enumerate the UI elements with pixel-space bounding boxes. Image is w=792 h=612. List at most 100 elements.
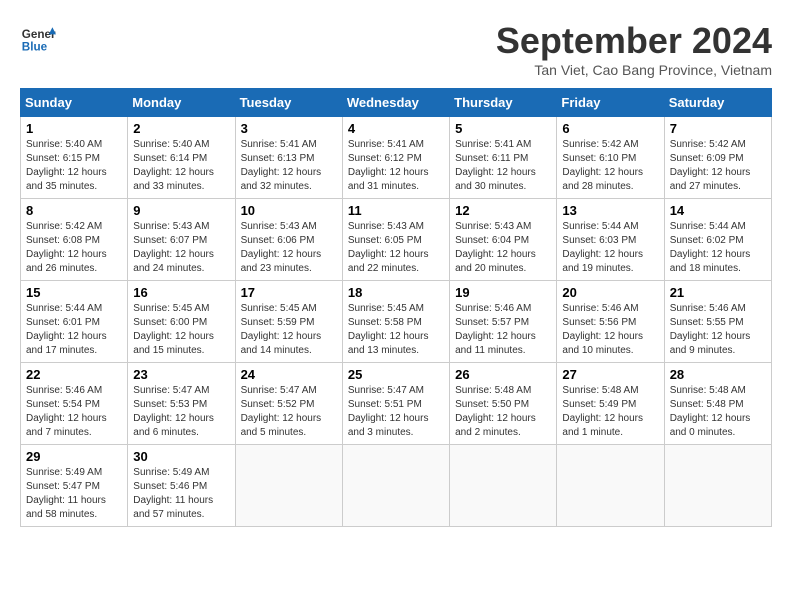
table-row: 19 Sunrise: 5:46 AM Sunset: 5:57 PM Dayli… (450, 281, 557, 363)
day-info: Sunrise: 5:46 AM Sunset: 5:57 PM Dayligh… (455, 302, 551, 358)
table-row: 8 Sunrise: 5:42 AM Sunset: 6:08 PM Daylig… (21, 199, 128, 281)
day-info: Sunrise: 5:49 AM Sunset: 5:47 PM Dayligh… (26, 466, 122, 522)
day-number: 18 (348, 285, 444, 300)
day-info: Sunrise: 5:46 AM Sunset: 5:55 PM Dayligh… (670, 302, 766, 358)
header-sunday: Sunday (21, 89, 128, 117)
day-info: Sunrise: 5:44 AM Sunset: 6:03 PM Dayligh… (562, 220, 658, 276)
day-info: Sunrise: 5:48 AM Sunset: 5:50 PM Dayligh… (455, 384, 551, 440)
day-number: 26 (455, 367, 551, 382)
day-info: Sunrise: 5:47 AM Sunset: 5:51 PM Dayligh… (348, 384, 444, 440)
table-row: 13 Sunrise: 5:44 AM Sunset: 6:03 PM Dayli… (557, 199, 664, 281)
header-monday: Monday (128, 89, 235, 117)
day-info: Sunrise: 5:45 AM Sunset: 6:00 PM Dayligh… (133, 302, 229, 358)
day-info: Sunrise: 5:47 AM Sunset: 5:53 PM Dayligh… (133, 384, 229, 440)
day-number: 6 (562, 121, 658, 136)
svg-text:General: General (22, 28, 56, 41)
calendar-week-row: 29 Sunrise: 5:49 AM Sunset: 5:47 PM Dayli… (21, 445, 772, 527)
title-section: September 2024 Tan Viet, Cao Bang Provin… (496, 20, 772, 78)
table-row: 16 Sunrise: 5:45 AM Sunset: 6:00 PM Dayli… (128, 281, 235, 363)
day-info: Sunrise: 5:43 AM Sunset: 6:05 PM Dayligh… (348, 220, 444, 276)
day-number: 25 (348, 367, 444, 382)
day-info: Sunrise: 5:49 AM Sunset: 5:46 PM Dayligh… (133, 466, 229, 522)
day-number: 2 (133, 121, 229, 136)
table-row: 24Sunrise: 5:47 AM Sunset: 5:52 PM Dayli… (235, 363, 342, 445)
header-thursday: Thursday (450, 89, 557, 117)
day-info: Sunrise: 5:48 AM Sunset: 5:48 PM Dayligh… (670, 384, 766, 440)
calendar-week-row: 15Sunrise: 5:44 AM Sunset: 6:01 PM Dayli… (21, 281, 772, 363)
svg-text:Blue: Blue (22, 41, 48, 54)
day-info: Sunrise: 5:45 AM Sunset: 5:59 PM Dayligh… (241, 302, 337, 358)
day-number: 3 (241, 121, 337, 136)
table-row: 15Sunrise: 5:44 AM Sunset: 6:01 PM Dayli… (21, 281, 128, 363)
table-row: 23 Sunrise: 5:47 AM Sunset: 5:53 PM Dayli… (128, 363, 235, 445)
table-row (235, 445, 342, 527)
table-row: 25 Sunrise: 5:47 AM Sunset: 5:51 PM Dayli… (342, 363, 449, 445)
table-row (450, 445, 557, 527)
table-row: 5 Sunrise: 5:41 AM Sunset: 6:11 PM Daylig… (450, 117, 557, 199)
day-info: Sunrise: 5:41 AM Sunset: 6:11 PM Dayligh… (455, 138, 551, 194)
table-row: 3 Sunrise: 5:41 AM Sunset: 6:13 PM Daylig… (235, 117, 342, 199)
day-number: 9 (133, 203, 229, 218)
day-info: Sunrise: 5:43 AM Sunset: 6:07 PM Dayligh… (133, 220, 229, 276)
day-number: 15 (26, 285, 122, 300)
table-row: 18 Sunrise: 5:45 AM Sunset: 5:58 PM Dayli… (342, 281, 449, 363)
day-number: 4 (348, 121, 444, 136)
day-number: 19 (455, 285, 551, 300)
day-number: 29 (26, 449, 122, 464)
table-row: 6 Sunrise: 5:42 AM Sunset: 6:10 PM Daylig… (557, 117, 664, 199)
day-info: Sunrise: 5:43 AM Sunset: 6:04 PM Dayligh… (455, 220, 551, 276)
calendar-week-row: 22Sunrise: 5:46 AM Sunset: 5:54 PM Dayli… (21, 363, 772, 445)
table-row: 14 Sunrise: 5:44 AM Sunset: 6:02 PM Dayli… (664, 199, 771, 281)
day-number: 16 (133, 285, 229, 300)
calendar-header-row: Sunday Monday Tuesday Wednesday Thursday… (21, 89, 772, 117)
calendar-week-row: 1 Sunrise: 5:40 AM Sunset: 6:15 PM Daylig… (21, 117, 772, 199)
logo: General Blue (20, 20, 56, 56)
day-info: Sunrise: 5:41 AM Sunset: 6:12 PM Dayligh… (348, 138, 444, 194)
day-number: 22 (26, 367, 122, 382)
day-number: 14 (670, 203, 766, 218)
page-title: September 2024 (496, 20, 772, 62)
table-row: 28 Sunrise: 5:48 AM Sunset: 5:48 PM Dayli… (664, 363, 771, 445)
day-info: Sunrise: 5:43 AM Sunset: 6:06 PM Dayligh… (241, 220, 337, 276)
day-info: Sunrise: 5:40 AM Sunset: 6:15 PM Dayligh… (26, 138, 122, 194)
table-row: 2Sunrise: 5:40 AM Sunset: 6:14 PM Daylig… (128, 117, 235, 199)
table-row: 17 Sunrise: 5:45 AM Sunset: 5:59 PM Dayli… (235, 281, 342, 363)
table-row (342, 445, 449, 527)
table-row (664, 445, 771, 527)
day-info: Sunrise: 5:44 AM Sunset: 6:02 PM Dayligh… (670, 220, 766, 276)
day-info: Sunrise: 5:45 AM Sunset: 5:58 PM Dayligh… (348, 302, 444, 358)
day-number: 10 (241, 203, 337, 218)
table-row: 12 Sunrise: 5:43 AM Sunset: 6:04 PM Dayli… (450, 199, 557, 281)
table-row (557, 445, 664, 527)
day-number: 21 (670, 285, 766, 300)
table-row: 26 Sunrise: 5:48 AM Sunset: 5:50 PM Dayli… (450, 363, 557, 445)
header-wednesday: Wednesday (342, 89, 449, 117)
table-row: 4 Sunrise: 5:41 AM Sunset: 6:12 PM Daylig… (342, 117, 449, 199)
table-row: 29 Sunrise: 5:49 AM Sunset: 5:47 PM Dayli… (21, 445, 128, 527)
table-row: 1 Sunrise: 5:40 AM Sunset: 6:15 PM Daylig… (21, 117, 128, 199)
table-row: 7 Sunrise: 5:42 AM Sunset: 6:09 PM Daylig… (664, 117, 771, 199)
day-info: Sunrise: 5:48 AM Sunset: 5:49 PM Dayligh… (562, 384, 658, 440)
day-info: Sunrise: 5:42 AM Sunset: 6:09 PM Dayligh… (670, 138, 766, 194)
calendar-week-row: 8 Sunrise: 5:42 AM Sunset: 6:08 PM Daylig… (21, 199, 772, 281)
header-tuesday: Tuesday (235, 89, 342, 117)
day-number: 8 (26, 203, 122, 218)
day-info: Sunrise: 5:42 AM Sunset: 6:10 PM Dayligh… (562, 138, 658, 194)
day-number: 28 (670, 367, 766, 382)
day-number: 23 (133, 367, 229, 382)
day-number: 1 (26, 121, 122, 136)
day-number: 7 (670, 121, 766, 136)
day-number: 12 (455, 203, 551, 218)
table-row: 21 Sunrise: 5:46 AM Sunset: 5:55 PM Dayli… (664, 281, 771, 363)
day-info: Sunrise: 5:47 AM Sunset: 5:52 PM Dayligh… (241, 384, 337, 440)
day-info: Sunrise: 5:42 AM Sunset: 6:08 PM Dayligh… (26, 220, 122, 276)
day-number: 11 (348, 203, 444, 218)
day-number: 13 (562, 203, 658, 218)
day-number: 5 (455, 121, 551, 136)
table-row: 20Sunrise: 5:46 AM Sunset: 5:56 PM Dayli… (557, 281, 664, 363)
day-number: 17 (241, 285, 337, 300)
table-row: 27Sunrise: 5:48 AM Sunset: 5:49 PM Dayli… (557, 363, 664, 445)
day-info: Sunrise: 5:41 AM Sunset: 6:13 PM Dayligh… (241, 138, 337, 194)
day-info: Sunrise: 5:46 AM Sunset: 5:56 PM Dayligh… (562, 302, 658, 358)
table-row: 30Sunrise: 5:49 AM Sunset: 5:46 PM Dayli… (128, 445, 235, 527)
